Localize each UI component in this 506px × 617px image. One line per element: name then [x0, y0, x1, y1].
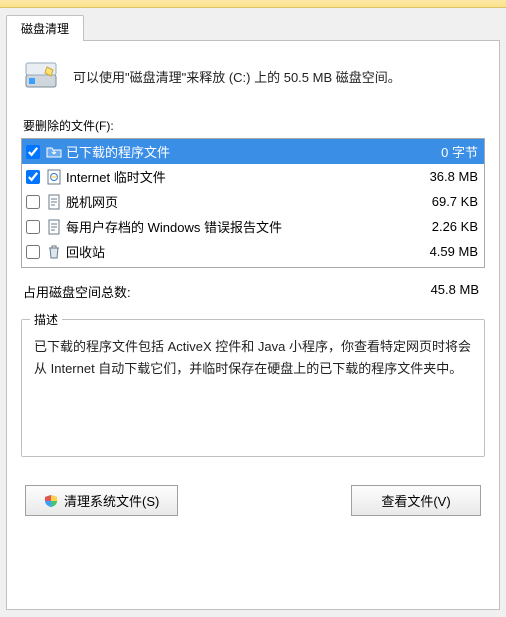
uac-shield-icon [44, 494, 58, 508]
page-icon [46, 219, 62, 235]
file-row-name: 回收站 [66, 242, 404, 261]
file-row-checkbox[interactable] [26, 195, 40, 209]
tab-label: 磁盘清理 [21, 22, 69, 36]
description-group: 描述 已下载的程序文件包括 ActiveX 控件和 Java 小程序，你查看特定… [21, 319, 485, 457]
tab-disk-cleanup[interactable]: 磁盘清理 [6, 15, 84, 41]
files-to-delete-label: 要删除的文件(F): [23, 117, 485, 134]
description-legend: 描述 [30, 311, 62, 328]
folder-download-icon [46, 144, 62, 160]
total-row: 占用磁盘空间总数: 45.8 MB [21, 268, 485, 305]
file-row-checkbox[interactable] [26, 220, 40, 234]
main-panel: 可以使用"磁盘清理"来释放 (C:) 上的 50.5 MB 磁盘空间。 要删除的… [6, 40, 500, 610]
window-titlebar [0, 0, 506, 8]
file-row-checkbox[interactable] [26, 145, 40, 159]
button-row: 清理系统文件(S) 查看文件(V) [21, 485, 485, 516]
file-row-name: 每用户存档的 Windows 错误报告文件 [66, 217, 404, 236]
file-row-name: 脱机网页 [66, 192, 404, 211]
recycle-bin-icon [46, 244, 62, 260]
file-row-size: 2.26 KB [408, 219, 478, 234]
intro-text: 可以使用"磁盘清理"来释放 (C:) 上的 50.5 MB 磁盘空间。 [73, 67, 401, 86]
clean-system-files-label: 清理系统文件(S) [64, 491, 159, 510]
file-row[interactable]: Internet 临时文件 36.8 MB [22, 164, 484, 189]
file-row[interactable]: 回收站 4.59 MB [22, 239, 484, 264]
file-row-name: Internet 临时文件 [66, 167, 404, 186]
file-row-name: 已下载的程序文件 [66, 142, 404, 161]
page-icon [46, 194, 62, 210]
file-row-size: 36.8 MB [408, 169, 478, 184]
view-files-button[interactable]: 查看文件(V) [351, 485, 481, 516]
file-row-size: 0 字节 [408, 142, 478, 161]
description-text: 已下载的程序文件包括 ActiveX 控件和 Java 小程序，你查看特定网页时… [34, 336, 472, 380]
file-row-checkbox[interactable] [26, 245, 40, 259]
drive-cleanup-icon [25, 61, 59, 91]
file-row-size: 4.59 MB [408, 244, 478, 259]
ie-file-icon [46, 169, 62, 185]
file-row[interactable]: 每用户存档的 Windows 错误报告文件 2.26 KB [22, 214, 484, 239]
intro-row: 可以使用"磁盘清理"来释放 (C:) 上的 50.5 MB 磁盘空间。 [21, 55, 485, 109]
total-label: 占用磁盘空间总数: [23, 282, 131, 301]
file-row-size: 69.7 KB [408, 194, 478, 209]
view-files-label: 查看文件(V) [381, 491, 450, 510]
tab-strip: 磁盘清理 [0, 8, 506, 40]
clean-system-files-button[interactable]: 清理系统文件(S) [25, 485, 178, 516]
files-to-delete-list[interactable]: 已下载的程序文件0 字节Internet 临时文件36.8 MB脱机网页69.7… [21, 138, 485, 268]
total-value: 45.8 MB [431, 282, 479, 301]
file-row[interactable]: 脱机网页 69.7 KB [22, 189, 484, 214]
file-row-checkbox[interactable] [26, 170, 40, 184]
file-row[interactable]: 已下载的程序文件0 字节 [22, 139, 484, 164]
